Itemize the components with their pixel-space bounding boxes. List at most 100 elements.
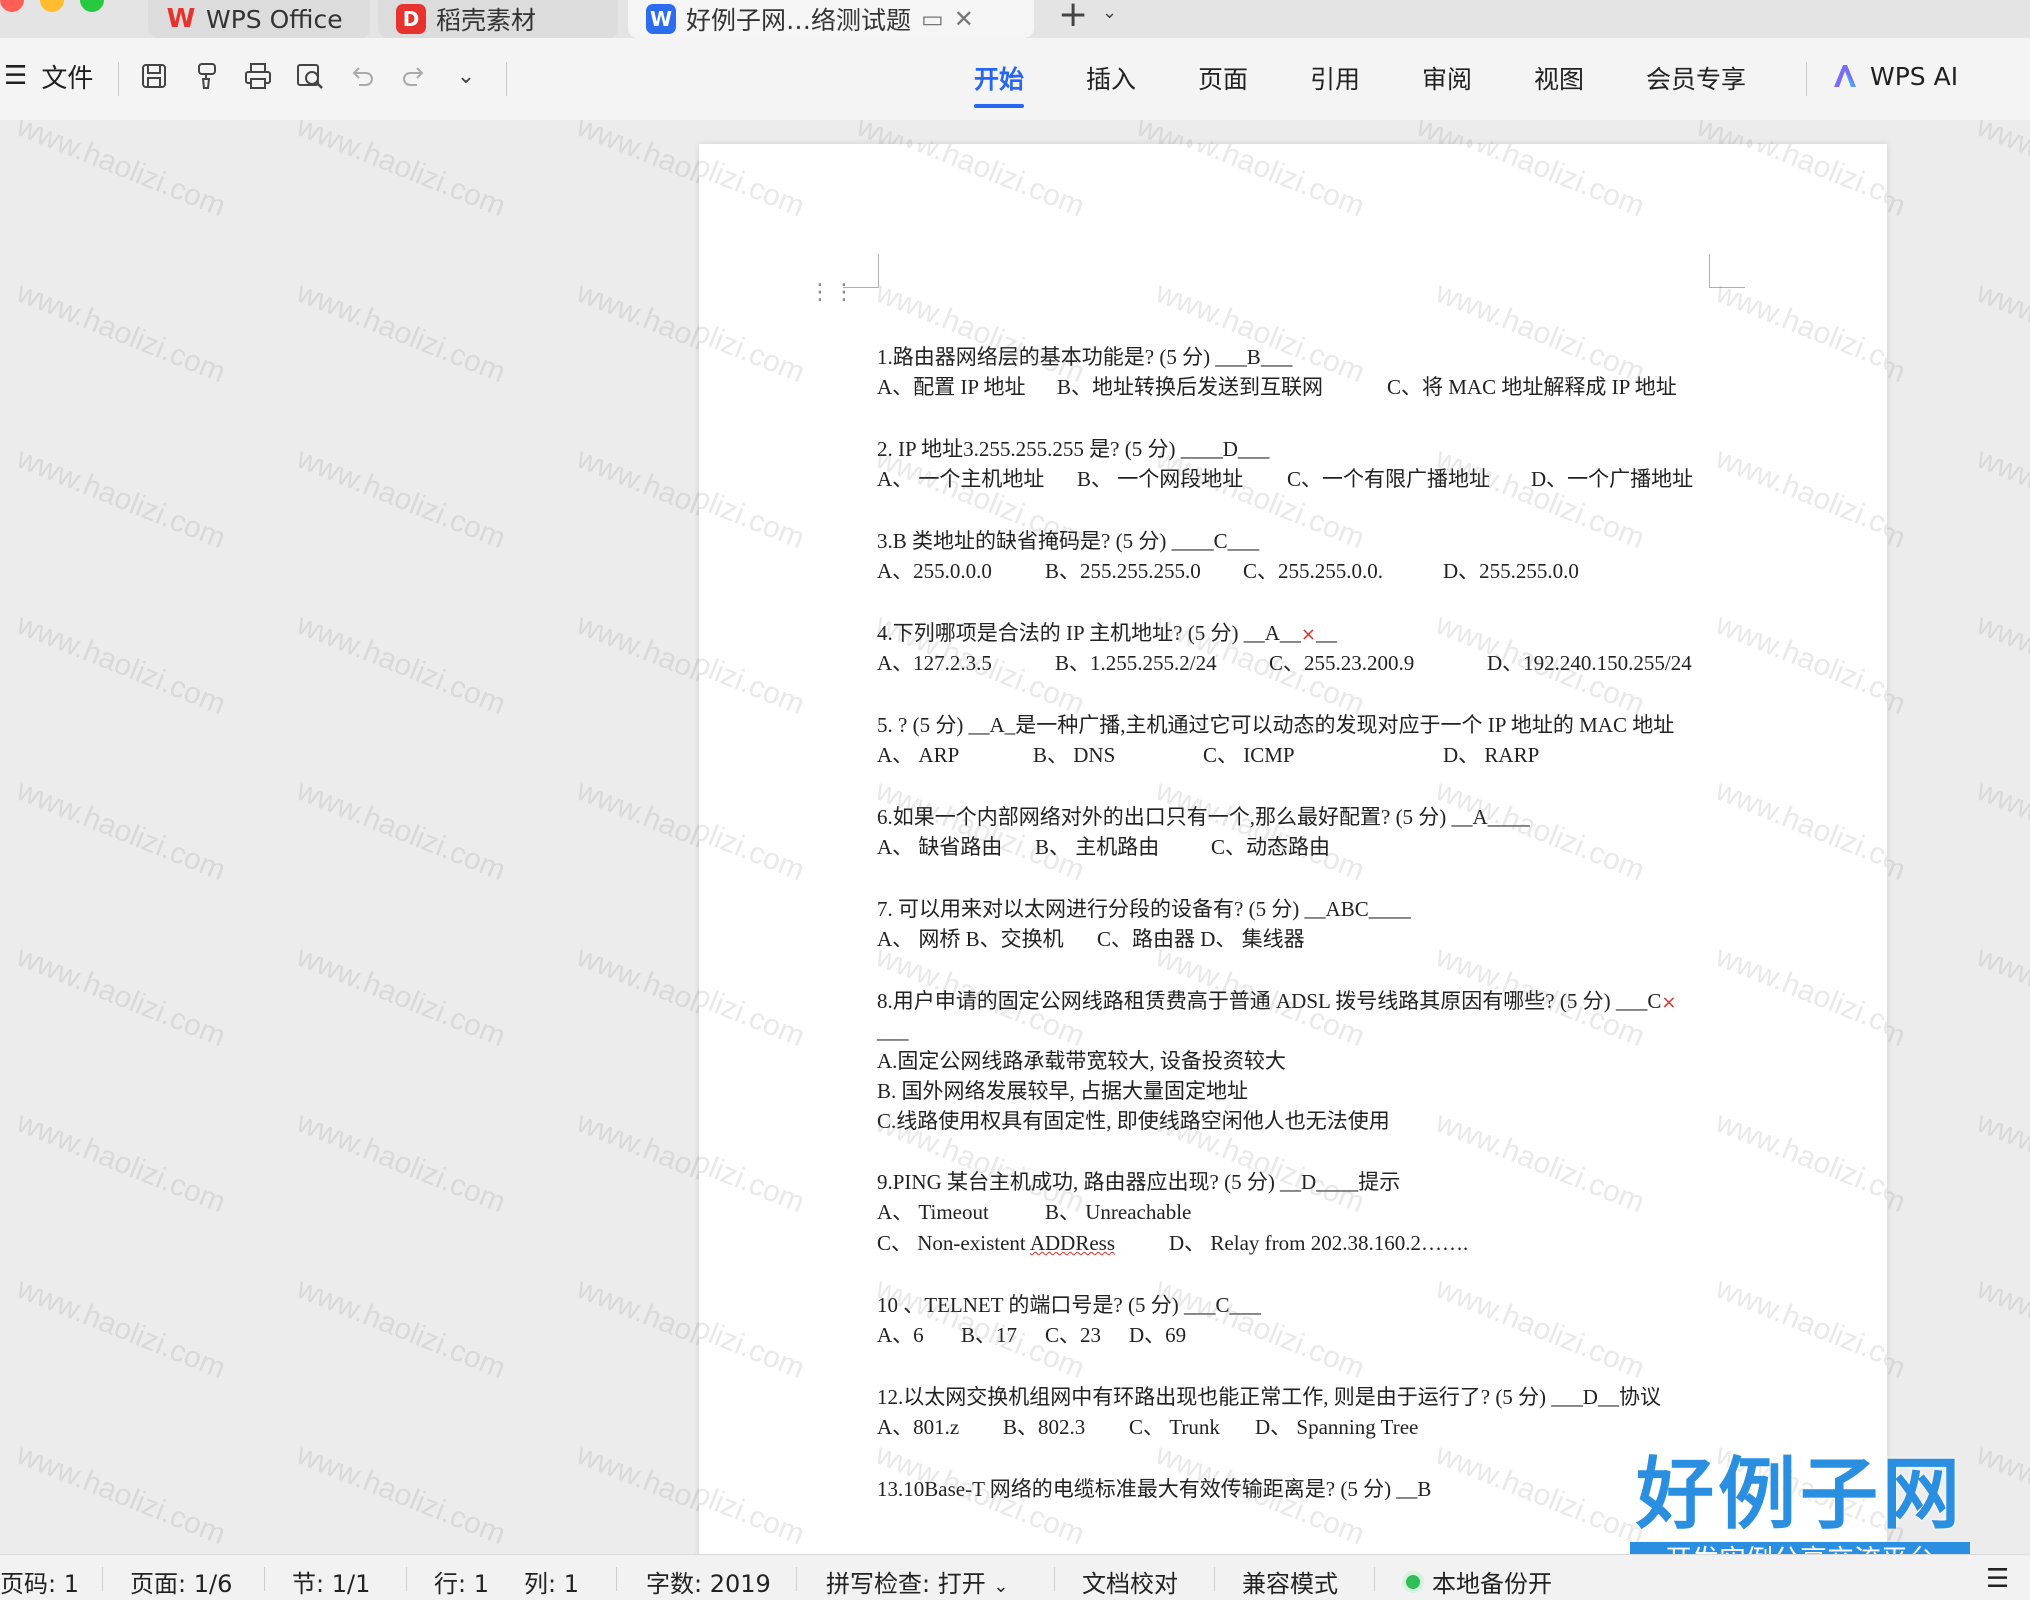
wps-logo-icon: W: [166, 4, 196, 34]
option: D、 RARP: [1443, 743, 1540, 767]
status-section[interactable]: 节: 1/1: [292, 1564, 370, 1599]
option: B、 主机路由: [1035, 835, 1160, 859]
option: A、801.z: [877, 1415, 960, 1439]
watermark-text: www.haolizi.com: [1972, 1271, 2030, 1386]
question-line: 8.用户申请的固定公网线路租赁费高于普通 ADSL 拨号线路其原因有哪些? (5…: [877, 986, 1757, 1016]
window-zoom-button[interactable]: [80, 0, 104, 12]
menu-tab-reference[interactable]: 引用: [1310, 60, 1360, 96]
save-icon[interactable]: [136, 58, 172, 94]
status-proofread[interactable]: 文档校对: [1082, 1564, 1178, 1599]
watermark-text: www.haolizi.com: [12, 607, 231, 722]
option: B、 一个网段地址: [1077, 467, 1244, 491]
menu-tab-review[interactable]: 审阅: [1422, 60, 1472, 96]
options-row: A、6 B、17 C、23 D、69: [877, 1320, 1757, 1351]
option: A、 网桥 B、交换机: [877, 927, 1064, 951]
window-minimize-button[interactable]: [40, 0, 64, 12]
menu-tab-view[interactable]: 视图: [1534, 60, 1584, 96]
watermark-text: www.haolizi.com: [699, 1271, 810, 1386]
question-text: 10 、TELNET 的端口号是? (5 分) ___C___: [877, 1293, 1261, 1317]
docer-logo-icon: D: [396, 4, 426, 34]
menu-tab-member[interactable]: 会员专享: [1646, 60, 1746, 96]
status-row[interactable]: 行: 1: [434, 1564, 489, 1599]
tab-wps-office[interactable]: W WPS Office: [148, 0, 370, 38]
new-tab-button[interactable]: +: [1058, 0, 1088, 35]
tab-document[interactable]: W 好例子网…络测试题 ▭ ✕: [628, 0, 1034, 38]
question-12: 12.以太网交换机组网中有环路出现也能正常工作, 则是由于运行了? (5 分) …: [877, 1382, 1757, 1443]
option: B、802.3: [1003, 1415, 1086, 1439]
watermark-text: www.haolizi.com: [292, 275, 511, 390]
divider: [506, 62, 507, 96]
print-icon[interactable]: [240, 58, 276, 94]
print-preview-icon[interactable]: [292, 58, 328, 94]
options-row: A、127.2.3.5 B、1.255.255.2/24 C、255.23.20…: [877, 648, 1757, 679]
watermark-text: www.haolizi.com: [699, 144, 810, 224]
watermark-text: www.haolizi.com: [1431, 144, 1650, 224]
question-text: 12.以太网交换机组网中有环路出现也能正常工作, 则是由于运行了? (5 分) …: [877, 1385, 1661, 1409]
question-line: 4.下列哪项是合法的 IP 主机地址? (5 分) __A__×__: [877, 618, 1757, 648]
menu-tab-home[interactable]: 开始: [974, 60, 1025, 108]
wps-ai-button[interactable]: WPS AI: [1830, 56, 1958, 96]
drag-handle-icon[interactable]: ⋮⋮: [809, 282, 857, 304]
option: C、 ICMP: [1203, 743, 1295, 767]
statement-line: C.线路使用权具有固定性, 即使线路空闲他人也无法使用: [877, 1109, 1390, 1133]
watermark-text: www.haolizi.com: [12, 1437, 231, 1552]
watermark-text: www.haolizi.com: [292, 773, 511, 888]
spelling-error-mark[interactable]: ADDRess: [1030, 1231, 1115, 1255]
watermark-text: www.haolizi.com: [699, 939, 810, 1054]
spell-check-label: 拼写检查: 打开: [826, 1570, 986, 1598]
question-1: 1.路由器网络层的基本功能是? (5 分) ___B___ A、配置 IP 地址…: [877, 342, 1757, 403]
watermark-text: www.haolizi.com: [1972, 939, 2030, 1054]
watermark-text: www.haolizi.com: [1972, 275, 2030, 390]
format-painter-icon[interactable]: [188, 58, 224, 94]
file-menu-button[interactable]: ☰ 文件: [4, 56, 93, 96]
watermark-text: www.haolizi.com: [699, 441, 810, 556]
status-word-count[interactable]: 字数: 2019: [646, 1564, 771, 1599]
status-backup[interactable]: 本地备份开: [1402, 1564, 1552, 1599]
question-text: 6.如果一个内部网络对外的出口只有一个,那么最好配置? (5 分) __A___…: [877, 805, 1530, 829]
backup-label: 本地备份开: [1432, 1570, 1552, 1598]
option: C、路由器 D、 集线器: [1097, 927, 1305, 951]
window-tab-bar: W WPS Office D 稻壳素材 W 好例子网…络测试题 ▭ ✕ + ⌄: [0, 0, 2030, 38]
document-body[interactable]: 1.路由器网络层的基本功能是? (5 分) ___B___ A、配置 IP 地址…: [877, 342, 1757, 1535]
tab-docer[interactable]: D 稻壳素材: [378, 0, 618, 38]
window-close-button[interactable]: [0, 0, 24, 12]
options-row: A、 Timeout B、 Unreachable: [877, 1197, 1757, 1228]
watermark-text: www.haolizi.com: [12, 939, 231, 1054]
redo-icon[interactable]: [396, 58, 432, 94]
status-spell-check[interactable]: 拼写检查: 打开 ⌄: [826, 1564, 1008, 1599]
question-text: 5. ? (5 分) __A_是一种广播,主机通过它可以动态的发现对应于一个 I…: [877, 713, 1675, 737]
option: A、255.0.0.0: [877, 559, 992, 583]
watermark-text: www.haolizi.com: [292, 939, 511, 1054]
brand-subtitle: 开发实例分享交流平台: [1630, 1542, 1970, 1554]
menu-tab-page[interactable]: 页面: [1198, 60, 1248, 96]
option: D、255.255.0.0: [1443, 559, 1579, 583]
brand-overlay: 好例子网 开发实例分享交流平台: [1630, 1450, 1970, 1554]
wps-ai-icon: [1834, 65, 1856, 87]
question-text: 2. IP 地址3.255.255.255 是? (5 分) ____D___: [877, 437, 1270, 461]
document-workspace[interactable]: www.haolizi.com www.haolizi.com www.haoliz…: [0, 120, 2030, 1554]
undo-icon[interactable]: [344, 58, 380, 94]
watermark-text: www.haolizi.com: [12, 1271, 231, 1386]
question-text: 8.用户申请的固定公网线路租赁费高于普通 ADSL 拨号线路其原因有哪些? (5…: [877, 989, 1662, 1013]
question-continuation: ___: [877, 1019, 909, 1043]
option: B、 Unreachable: [1045, 1200, 1192, 1224]
watermark-text: www.haolizi.com: [292, 1271, 511, 1386]
status-page-code[interactable]: 页码: 1: [0, 1564, 79, 1599]
list-menu-icon[interactable]: ☰: [1986, 1564, 2009, 1594]
document-page[interactable]: ⋮⋮ 1.路由器网络层的基本功能是? (5 分) ___B___ A、配置 IP…: [699, 144, 1887, 1554]
status-page[interactable]: 页面: 1/6: [130, 1564, 232, 1599]
tab-list-chevron-icon[interactable]: ⌄: [1102, 2, 1117, 23]
close-tab-icon[interactable]: ✕: [954, 5, 974, 33]
status-compat-mode[interactable]: 兼容模式: [1242, 1564, 1338, 1599]
ribbon-toolbar: ☰ 文件 ⌄ 开始 插入 页面 引用 审阅 视图 会员专享 WPS AI: [0, 38, 2030, 120]
watermark-text: www.haolizi.com: [1972, 1437, 2030, 1552]
menu-tab-insert[interactable]: 插入: [1086, 60, 1136, 96]
question-9: 9.PING 某台主机成功, 路由器应出现? (5 分) __D____提示 A…: [877, 1167, 1757, 1259]
option: D、 Relay from 202.38.160.2…….: [1169, 1231, 1469, 1255]
option: B、1.255.255.2/24: [1055, 651, 1217, 675]
monitor-icon[interactable]: ▭: [921, 5, 944, 33]
hamburger-icon: ☰: [4, 61, 28, 91]
watermark-text: www.haolizi.com: [1972, 607, 2030, 722]
status-col[interactable]: 列: 1: [524, 1564, 579, 1599]
chevron-down-icon[interactable]: ⌄: [448, 58, 484, 94]
